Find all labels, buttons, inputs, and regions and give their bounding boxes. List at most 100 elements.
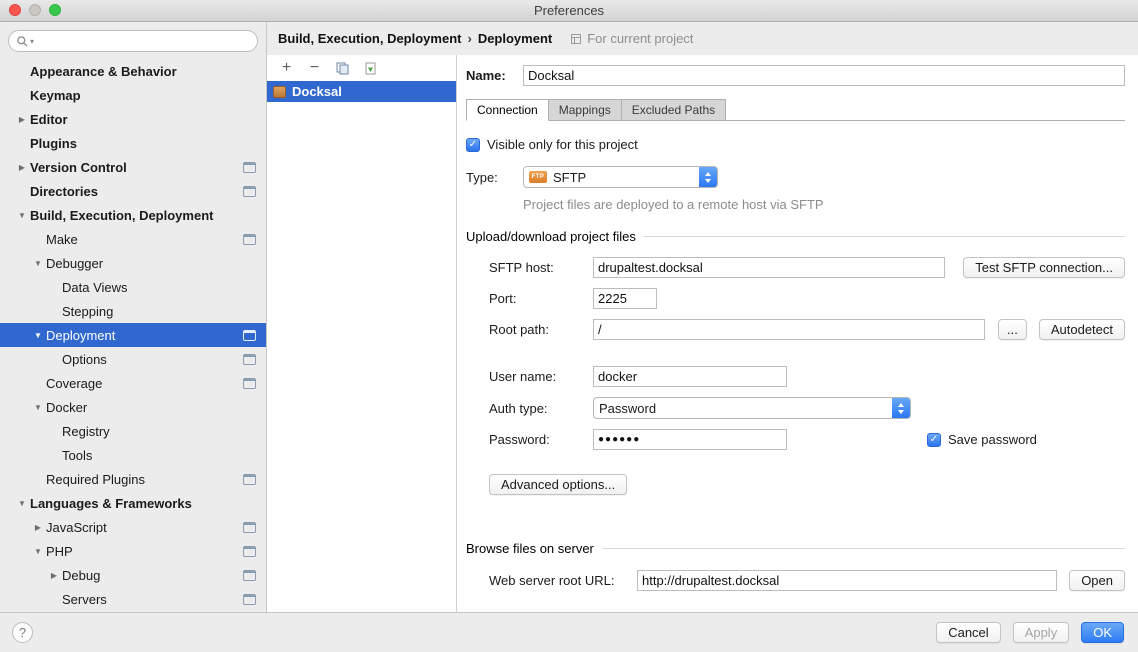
root-path-input[interactable]	[593, 319, 985, 340]
sidebar-item-label: Version Control	[30, 160, 127, 175]
auth-type-value: Password	[599, 401, 656, 416]
save-password-label: Save password	[948, 432, 1037, 447]
sftp-host-label: SFTP host:	[489, 260, 593, 275]
sftp-icon: FTP	[529, 171, 547, 183]
sidebar-item-label: Deployment	[46, 328, 115, 343]
search-input[interactable]	[35, 34, 249, 49]
settings-search[interactable]: ▾	[8, 30, 258, 52]
sidebar-item-directories[interactable]: Directories	[0, 179, 266, 203]
sidebar-item-coverage[interactable]: Coverage	[0, 371, 266, 395]
add-icon[interactable]: +	[279, 60, 294, 76]
search-icon	[16, 35, 29, 48]
search-history-icon[interactable]: ▾	[30, 37, 34, 46]
root-path-browse-button[interactable]: ...	[998, 319, 1027, 340]
apply-button[interactable]: Apply	[1013, 622, 1070, 643]
close-button[interactable]	[9, 4, 21, 16]
server-list: Docksal	[267, 81, 456, 102]
sidebar-item-required-plugins[interactable]: Required Plugins	[0, 467, 266, 491]
scope-label: For current project	[587, 31, 693, 46]
tree-down-arrow-icon[interactable]: ▼	[14, 211, 30, 220]
sidebar-item-languages-frameworks[interactable]: ▼Languages & Frameworks	[0, 491, 266, 515]
export-icon[interactable]	[363, 60, 378, 76]
project-settings-icon	[243, 522, 256, 533]
tree-down-arrow-icon[interactable]: ▼	[14, 499, 30, 508]
sidebar-item-registry[interactable]: Registry	[0, 419, 266, 443]
cancel-button[interactable]: Cancel	[936, 622, 1000, 643]
sidebar-item-debugger[interactable]: ▼Debugger	[0, 251, 266, 275]
tree-right-arrow-icon[interactable]: ▶	[46, 571, 62, 580]
sidebar-item-build-execution-deployment[interactable]: ▼Build, Execution, Deployment	[0, 203, 266, 227]
sidebar-item-label: Registry	[62, 424, 110, 439]
save-password-checkbox[interactable]: ✓ Save password	[927, 432, 1037, 447]
type-select[interactable]: FTP SFTP	[523, 166, 718, 188]
zoom-button[interactable]	[49, 4, 61, 16]
sidebar-item-docker[interactable]: ▼Docker	[0, 395, 266, 419]
password-input[interactable]	[593, 429, 787, 450]
sidebar-item-data-views[interactable]: Data Views	[0, 275, 266, 299]
checkbox-checked-icon: ✓	[466, 138, 480, 152]
sidebar-item-debug[interactable]: ▶Debug	[0, 563, 266, 587]
tab-connection[interactable]: Connection	[466, 99, 549, 121]
sidebar-item-label: Tools	[62, 448, 92, 463]
sidebar-item-label: Servers	[62, 592, 107, 607]
test-sftp-connection-button[interactable]: Test SFTP connection...	[963, 257, 1125, 278]
sidebar-item-php[interactable]: ▼PHP	[0, 539, 266, 563]
breadcrumb-section[interactable]: Build, Execution, Deployment	[278, 31, 461, 46]
visible-project-checkbox[interactable]: ✓ Visible only for this project	[466, 137, 1125, 152]
for-current-project-icon	[570, 33, 582, 45]
autodetect-button[interactable]: Autodetect	[1039, 319, 1125, 340]
sidebar-item-label: Debugger	[46, 256, 103, 271]
tree-down-arrow-icon[interactable]: ▼	[30, 403, 46, 412]
root-path-label: Root path:	[489, 322, 593, 337]
ok-button[interactable]: OK	[1081, 622, 1124, 643]
advanced-options-button[interactable]: Advanced options...	[489, 474, 627, 495]
sidebar-item-version-control[interactable]: ▶Version Control	[0, 155, 266, 179]
window-title: Preferences	[534, 3, 604, 18]
tree-right-arrow-icon[interactable]: ▶	[30, 523, 46, 532]
tree-right-arrow-icon[interactable]: ▶	[14, 163, 30, 172]
name-input[interactable]	[523, 65, 1125, 86]
sidebar-item-label: Options	[62, 352, 107, 367]
sftp-host-input[interactable]	[593, 257, 945, 278]
breadcrumb-separator-icon: ›	[467, 31, 471, 46]
sidebar-item-keymap[interactable]: Keymap	[0, 83, 266, 107]
project-settings-icon	[243, 546, 256, 557]
open-button[interactable]: Open	[1069, 570, 1125, 591]
tree-right-arrow-icon[interactable]: ▶	[14, 115, 30, 124]
preferences-window: Preferences ▾ Appearance & BehaviorKeyma…	[0, 0, 1138, 652]
sidebar-item-javascript[interactable]: ▶JavaScript	[0, 515, 266, 539]
copy-icon[interactable]	[335, 60, 350, 76]
project-settings-icon	[243, 234, 256, 245]
sidebar-item-options[interactable]: Options	[0, 347, 266, 371]
sidebar-item-tools[interactable]: Tools	[0, 443, 266, 467]
sidebar-item-stepping[interactable]: Stepping	[0, 299, 266, 323]
sidebar-item-deployment[interactable]: ▼Deployment	[0, 323, 266, 347]
auth-type-select[interactable]: Password	[593, 397, 911, 419]
web-root-input[interactable]	[637, 570, 1057, 591]
sidebar-item-label: Required Plugins	[46, 472, 145, 487]
checkbox-checked-icon: ✓	[927, 433, 941, 447]
sidebar-item-plugins[interactable]: Plugins	[0, 131, 266, 155]
sidebar-item-appearance-behavior[interactable]: Appearance & Behavior	[0, 59, 266, 83]
project-settings-icon	[243, 474, 256, 485]
server-list-panel: + − Docksal	[267, 55, 457, 612]
sidebar-item-editor[interactable]: ▶Editor	[0, 107, 266, 131]
minimize-button[interactable]	[29, 4, 41, 16]
tree-down-arrow-icon[interactable]: ▼	[30, 547, 46, 556]
tree-down-arrow-icon[interactable]: ▼	[30, 331, 46, 340]
remove-icon[interactable]: −	[307, 60, 322, 76]
tree-down-arrow-icon[interactable]: ▼	[30, 259, 46, 268]
user-name-input[interactable]	[593, 366, 787, 387]
server-icon	[273, 86, 286, 98]
password-label: Password:	[489, 432, 593, 447]
sidebar-item-make[interactable]: Make	[0, 227, 266, 251]
tab-mappings[interactable]: Mappings	[548, 99, 622, 120]
sidebar-item-label: Make	[46, 232, 78, 247]
sidebar-item-servers[interactable]: Servers	[0, 587, 266, 611]
sidebar-item-label: Stepping	[62, 304, 113, 319]
breadcrumb-page: Deployment	[478, 31, 552, 46]
port-input[interactable]	[593, 288, 657, 309]
tab-excluded-paths[interactable]: Excluded Paths	[621, 99, 726, 120]
help-button[interactable]: ?	[12, 622, 33, 643]
server-list-item[interactable]: Docksal	[267, 81, 456, 102]
